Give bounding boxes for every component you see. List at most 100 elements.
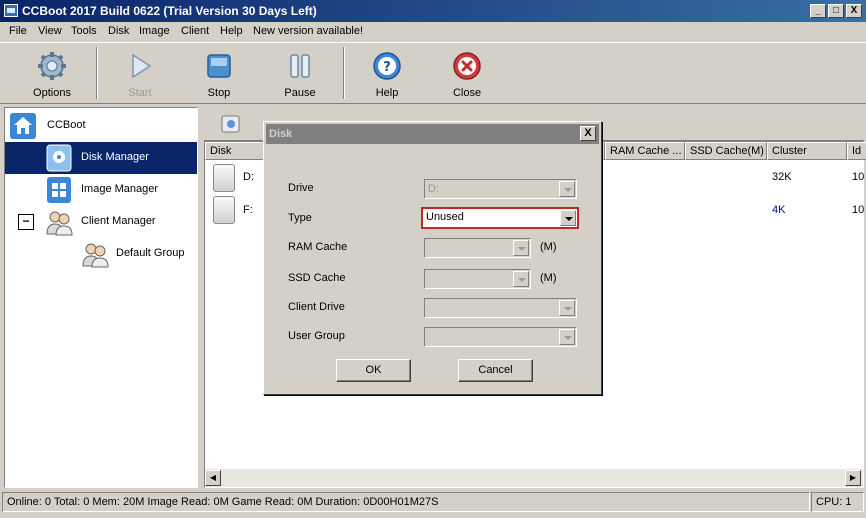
chevron-down-icon[interactable]: [559, 300, 575, 316]
disk-cell: D:: [243, 171, 254, 183]
image-manager-icon: [47, 177, 71, 203]
options-button[interactable]: Options: [22, 49, 82, 101]
start-label: Start: [128, 87, 152, 99]
tree-item-image-manager[interactable]: Image Manager: [5, 174, 197, 206]
scroll-right-icon[interactable]: ▶: [845, 470, 861, 486]
menu-image[interactable]: Image: [139, 25, 170, 37]
close-window-button[interactable]: X: [846, 4, 862, 18]
pause-icon: [290, 54, 310, 78]
chevron-down-icon[interactable]: [559, 329, 575, 345]
menu-new-version[interactable]: New version available!: [253, 25, 363, 37]
horizontal-scrollbar[interactable]: ◀ ▶: [205, 469, 863, 487]
help-button[interactable]: ? Help: [357, 49, 417, 101]
type-label: Type: [288, 212, 312, 224]
tree-label-client-manager: Client Manager: [81, 215, 156, 227]
ram-cache-label: RAM Cache: [288, 241, 348, 253]
cluster-cell: 4K: [772, 204, 786, 216]
menu-bar: File View Tools Disk Image Client Help N…: [0, 22, 866, 42]
menu-tools[interactable]: Tools: [71, 25, 97, 37]
start-button[interactable]: Start: [110, 49, 170, 101]
pause-label: Pause: [284, 87, 316, 99]
chevron-down-icon[interactable]: [560, 210, 576, 226]
menu-file[interactable]: File: [9, 25, 27, 37]
tree-label-ccboot: CCBoot: [47, 119, 86, 131]
svg-text:?: ?: [383, 60, 391, 75]
chevron-down-icon[interactable]: [513, 240, 529, 256]
tree-item-ccboot[interactable]: CCBoot: [9, 110, 195, 142]
ssd-cache-unit: (M): [540, 272, 557, 284]
tree-item-disk-manager[interactable]: Disk Manager: [5, 142, 197, 174]
ram-cache-select[interactable]: [424, 238, 531, 258]
tree-item-client-manager[interactable]: − Client Manager: [5, 206, 197, 238]
tree-label-disk-manager: Disk Manager: [81, 151, 149, 163]
tree-item-default-group[interactable]: Default Group: [5, 238, 197, 270]
hard-disk-icon: [213, 196, 235, 224]
menu-view[interactable]: View: [38, 25, 62, 37]
drive-value: D:: [428, 183, 439, 195]
navigation-tree: CCBoot Disk Manager Image Manager − Clie…: [4, 107, 198, 488]
column-header-id[interactable]: Id: [847, 142, 866, 160]
ram-cache-unit: (M): [540, 241, 557, 253]
window-title: CCBoot 2017 Build 0622 (Trial Version 30…: [22, 4, 317, 18]
id-cell: 10: [852, 204, 865, 216]
user-group-label: User Group: [288, 330, 345, 342]
cancel-button[interactable]: Cancel: [458, 359, 533, 382]
collapse-toggle[interactable]: −: [18, 214, 34, 230]
stop-button[interactable]: Stop: [189, 49, 249, 101]
dialog-title-bar: Disk X: [266, 124, 599, 144]
type-value: Unused: [426, 211, 464, 223]
dialog-close-button[interactable]: X: [580, 126, 596, 141]
menu-help[interactable]: Help: [220, 25, 243, 37]
drive-label: Drive: [288, 182, 314, 194]
menu-client[interactable]: Client: [181, 25, 209, 37]
home-icon: [10, 113, 36, 139]
chevron-down-icon[interactable]: [559, 181, 575, 197]
hard-disk-icon: [213, 164, 235, 192]
users-icon: [46, 211, 73, 236]
close-icon: [453, 52, 481, 80]
client-drive-label: Client Drive: [288, 301, 345, 313]
close-app-button[interactable]: Close: [437, 49, 497, 101]
play-icon: [132, 53, 152, 79]
close-label: Close: [452, 87, 482, 99]
stop-icon: [207, 54, 231, 78]
toolbar-separator: [96, 47, 98, 99]
column-header-cluster[interactable]: Cluster: [767, 142, 847, 160]
drive-select[interactable]: D:: [424, 179, 577, 199]
column-header-ram-cache[interactable]: RAM Cache ...: [605, 142, 685, 160]
ssd-cache-select[interactable]: [424, 269, 531, 289]
minimize-button[interactable]: _: [810, 4, 826, 18]
cluster-cell: 32K: [772, 171, 792, 183]
group-icon: [82, 243, 109, 268]
toolbar: Options Start Stop Pause ? Help Close: [0, 42, 866, 104]
toolbar-separator: [343, 47, 345, 99]
id-cell: 10: [852, 171, 865, 183]
dialog-title: Disk: [269, 128, 293, 140]
gear-icon: [38, 52, 66, 80]
client-drive-select[interactable]: [424, 298, 577, 318]
pause-button[interactable]: Pause: [270, 49, 330, 101]
maximize-button[interactable]: □: [828, 4, 844, 18]
disk-cell: F:: [243, 204, 253, 216]
disk-dialog: Disk X Drive D: Type Unused RAM Cache (M…: [263, 121, 602, 395]
help-label: Help: [375, 87, 399, 99]
column-header-ssd-cache[interactable]: SSD Cache(M): [685, 142, 767, 160]
options-label: Options: [33, 87, 71, 99]
stop-label: Stop: [207, 87, 231, 99]
status-bar: Online: 0 Total: 0 Mem: 20M Image Read: …: [0, 490, 866, 518]
disk-header-icon: [221, 115, 240, 133]
chevron-down-icon[interactable]: [513, 271, 529, 287]
tree-label-image-manager: Image Manager: [81, 183, 159, 195]
app-icon: [4, 4, 18, 17]
user-group-select[interactable]: [424, 327, 577, 347]
type-select[interactable]: Unused: [421, 207, 579, 229]
ok-button[interactable]: OK: [336, 359, 411, 382]
disk-manager-icon: [46, 144, 72, 172]
tree-label-default-group: Default Group: [116, 247, 185, 259]
menu-disk[interactable]: Disk: [108, 25, 129, 37]
title-bar: CCBoot 2017 Build 0622 (Trial Version 30…: [0, 0, 866, 22]
scroll-left-icon[interactable]: ◀: [205, 470, 221, 486]
help-icon: ?: [373, 52, 401, 80]
ssd-cache-label: SSD Cache: [288, 272, 346, 284]
status-summary: Online: 0 Total: 0 Mem: 20M Image Read: …: [2, 492, 810, 512]
